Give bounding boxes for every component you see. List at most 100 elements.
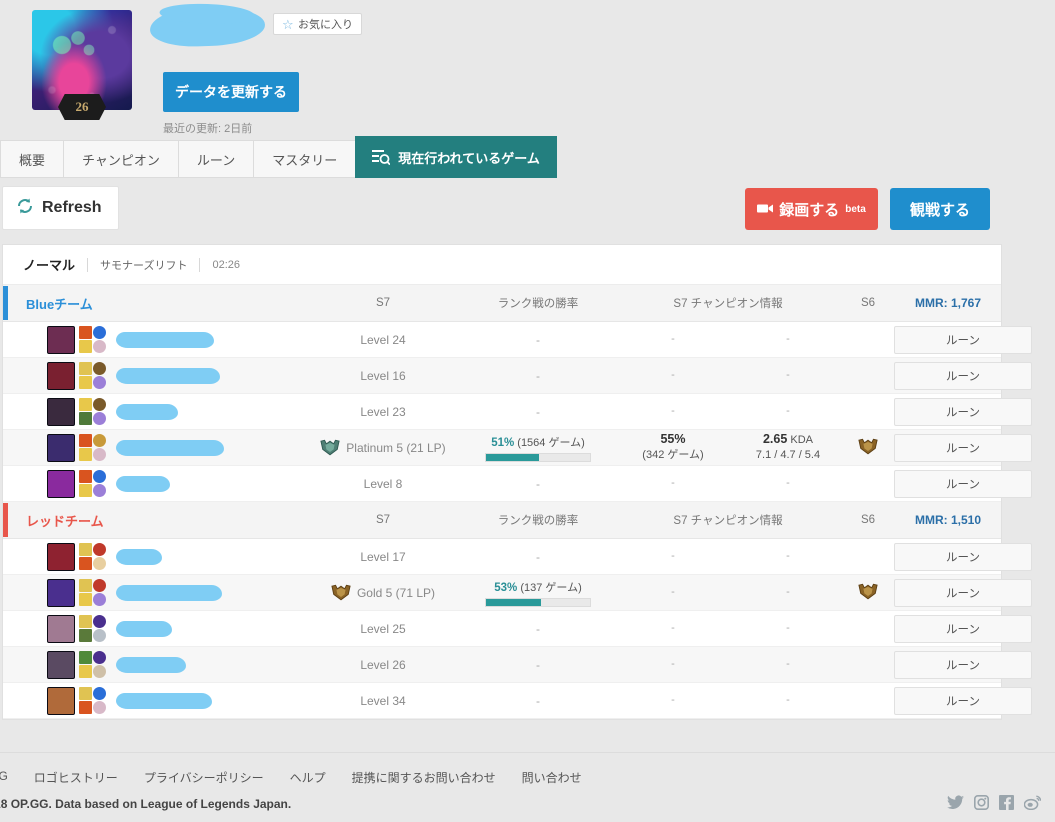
player-kda-cell: -: [733, 321, 843, 358]
empty-value: -: [786, 586, 790, 598]
player-rank-text: Level 8: [363, 476, 403, 491]
champion-portrait-icon[interactable]: [47, 686, 75, 715]
player-champ-info-cell: -: [613, 610, 733, 647]
column-header-s7: S7: [303, 285, 463, 322]
rune-secondary-icon: [93, 557, 106, 570]
runes-button[interactable]: ルーン: [894, 578, 1032, 607]
tab-mastery[interactable]: マスタリー: [253, 140, 356, 178]
rune-secondary-icon: [93, 376, 106, 389]
player-row[interactable]: Level 26 - - - ルーン: [3, 646, 1032, 683]
champion-portrait-icon[interactable]: [47, 469, 75, 498]
empty-value: -: [671, 405, 675, 417]
footer-link-1[interactable]: ロゴヒストリー: [34, 769, 118, 786]
weibo-icon[interactable]: [1024, 795, 1041, 810]
tab-label: ルーン: [196, 152, 236, 168]
champion-portrait-icon[interactable]: [47, 614, 75, 643]
rune-primary-icon: [93, 687, 106, 700]
empty-value: -: [536, 549, 540, 564]
footer-link-0[interactable]: OP.GG: [0, 769, 8, 786]
summoner-spell-2-icon: [79, 376, 92, 389]
champion-portrait-icon[interactable]: [47, 397, 75, 426]
empty-value: -: [786, 369, 790, 381]
runes-button[interactable]: ルーン: [894, 397, 1032, 426]
tab-label: マスタリー: [272, 152, 338, 168]
spectate-button[interactable]: 観戦する: [890, 188, 990, 230]
player-rank-text: Level 26: [360, 657, 406, 672]
refresh-button[interactable]: Refresh: [2, 186, 119, 230]
tab-champions[interactable]: チャンピオン: [63, 140, 178, 178]
player-row[interactable]: Level 17 - - - ルーン: [3, 538, 1032, 575]
player-winrate-cell: -: [463, 538, 613, 575]
avatar[interactable]: 26: [32, 10, 132, 120]
footer-link-5[interactable]: 問い合わせ: [522, 769, 582, 786]
player-identity-cell: [3, 393, 303, 430]
team-table-blue: Blueチーム S7 ランク戦の勝率 S7 チャンピオン情報 S6 MMR: 1,767 L…: [3, 285, 1032, 502]
player-row[interactable]: Level 16 - - - ルーン: [3, 357, 1032, 394]
player-kda-cell: -: [733, 357, 843, 394]
tab-overview[interactable]: 概要: [0, 140, 64, 178]
player-winrate-cell: -: [463, 646, 613, 683]
player-rank-cell: Level 26: [303, 646, 463, 683]
runes-button[interactable]: ルーン: [894, 650, 1032, 679]
player-runes-cell: ルーン: [893, 682, 1032, 719]
player-row[interactable]: Level 24 - - - ルーン: [3, 321, 1032, 358]
update-data-button[interactable]: データを更新する: [163, 72, 299, 112]
champion-portrait-icon[interactable]: [47, 578, 75, 607]
video-camera-icon: [757, 201, 774, 218]
rune-secondary-icon: [93, 448, 106, 461]
footer-link-3[interactable]: ヘルプ: [290, 769, 326, 786]
player-row[interactable]: Level 34 - - - ルーン: [3, 682, 1032, 719]
list-search-icon: [372, 149, 391, 165]
tab-label: 現在行われているゲーム: [398, 150, 540, 166]
summoner-spell-1-icon: [79, 398, 92, 411]
champion-portrait-icon[interactable]: [47, 325, 75, 354]
player-row[interactable]: Level 8 - - - ルーン: [3, 465, 1032, 502]
player-rank-cell: Gold 5 (71 LP): [303, 574, 463, 611]
profile-tabs: 概要 チャンピオン ルーン マスタリー 現在行われているゲーム: [0, 136, 557, 178]
favorite-button[interactable]: ☆ お気に入り: [273, 13, 362, 35]
current-game-panel: ノーマル サモナーズリフト 02:26 Blueチーム S7 ランク戦の勝率 S7 チ…: [2, 244, 1032, 720]
player-champ-info-cell: -: [613, 357, 733, 394]
rune-primary-icon: [93, 543, 106, 556]
champion-portrait-icon[interactable]: [47, 361, 75, 390]
empty-value: -: [671, 658, 675, 670]
footer-link-2[interactable]: プライバシーポリシー: [144, 769, 264, 786]
runes-button[interactable]: ルーン: [894, 614, 1032, 643]
last-update-text: 最近の更新: 2日前: [163, 123, 253, 135]
runes-button[interactable]: ルーン: [894, 325, 1032, 354]
player-identity-cell: [3, 321, 303, 358]
winrate-bar: [485, 597, 591, 607]
runes-button[interactable]: ルーン: [894, 469, 1032, 498]
kda-label: KDA: [790, 434, 814, 446]
empty-value: -: [786, 658, 790, 670]
footer-link-4[interactable]: 提携に関するお問い合わせ: [352, 769, 496, 786]
favorite-label: お気に入り: [298, 19, 353, 31]
runes-button[interactable]: ルーン: [894, 542, 1032, 571]
runes-button[interactable]: ルーン: [894, 686, 1032, 715]
instagram-icon[interactable]: [974, 795, 989, 810]
champion-portrait-icon[interactable]: [47, 542, 75, 571]
rune-secondary-icon: [93, 484, 106, 497]
player-kda-cell: 2.65 KDA 7.1 / 4.7 / 5.4: [733, 429, 843, 466]
player-row[interactable]: Gold 5 (71 LP) 53% (137 ゲーム) - - ルーン: [3, 574, 1032, 611]
player-row[interactable]: Platinum 5 (21 LP) 51% (1564 ゲーム) 55% (342 …: [3, 429, 1032, 466]
tab-runes[interactable]: ルーン: [177, 140, 254, 178]
empty-value: -: [786, 550, 790, 562]
champion-portrait-icon[interactable]: [47, 433, 75, 462]
player-rank-text: Level 24: [360, 332, 406, 347]
player-s6-cell: [843, 610, 893, 647]
twitter-icon[interactable]: [947, 795, 964, 810]
tab-ingame[interactable]: 現在行われているゲーム: [355, 136, 557, 178]
player-rank-text: Level 17: [360, 549, 406, 564]
champion-portrait-icon[interactable]: [47, 650, 75, 679]
record-button[interactable]: 録画する beta: [745, 188, 878, 230]
player-row[interactable]: Level 23 - - - ルーン: [3, 393, 1032, 430]
column-header-winrate: ランク戦の勝率: [463, 502, 613, 539]
player-champ-info-cell: -: [613, 538, 733, 575]
player-row[interactable]: Level 25 - - - ルーン: [3, 610, 1032, 647]
summoner-spells-and-runes: [79, 326, 106, 353]
runes-button[interactable]: ルーン: [894, 361, 1032, 390]
runes-button[interactable]: ルーン: [894, 433, 1032, 462]
player-runes-cell: ルーン: [893, 610, 1032, 647]
facebook-icon[interactable]: [999, 795, 1014, 810]
